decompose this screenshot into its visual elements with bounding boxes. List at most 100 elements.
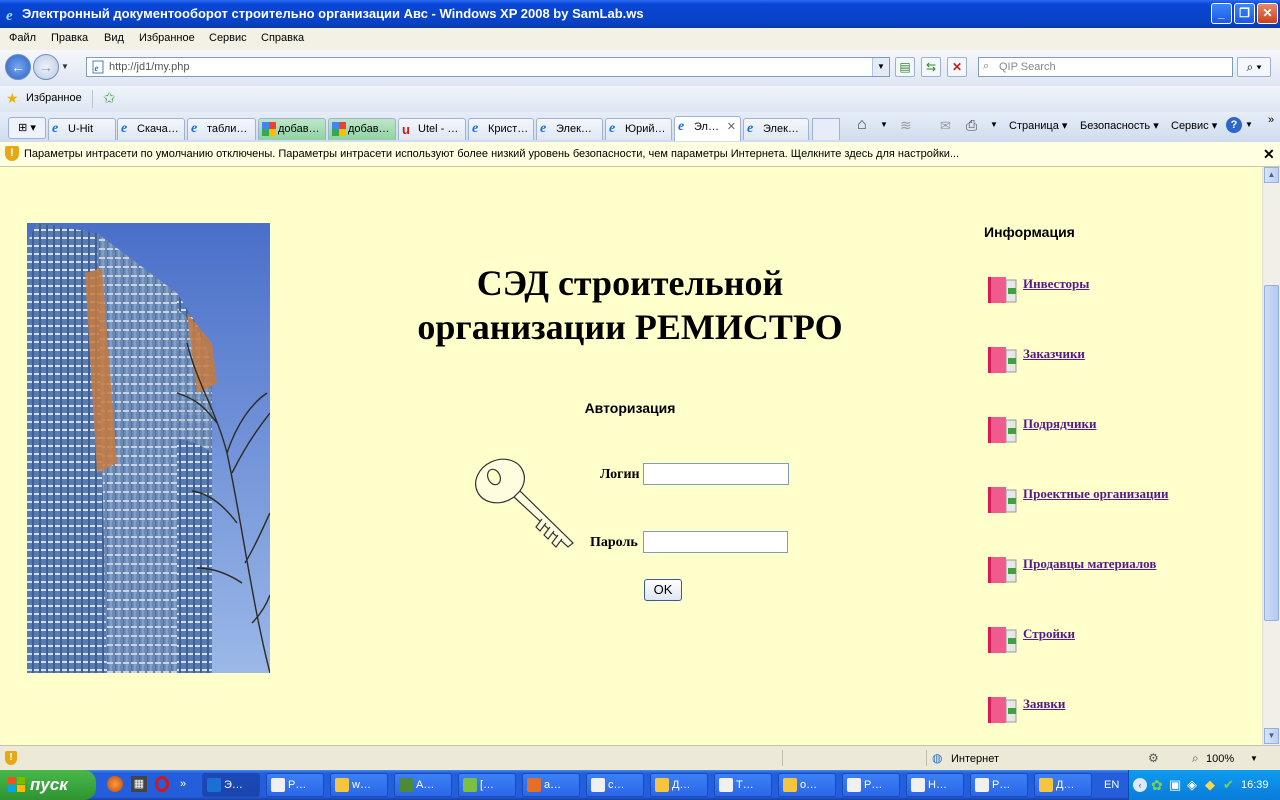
start-label: пуск bbox=[30, 775, 68, 794]
firefox-quicklaunch-icon[interactable] bbox=[107, 776, 123, 792]
home-icon[interactable]: ⌂ bbox=[857, 116, 867, 134]
tray-expand-icon[interactable]: ‹ bbox=[1133, 778, 1147, 792]
taskbar-button[interactable]: [… bbox=[458, 773, 516, 797]
nav-link[interactable]: Подрядчики bbox=[1023, 416, 1203, 432]
network-tray-icon[interactable]: ▣ bbox=[1169, 777, 1181, 793]
home-dropdown-icon[interactable]: ▼ bbox=[880, 120, 888, 129]
taskbar-app-icon bbox=[911, 778, 925, 792]
quicklaunch-more-icon[interactable]: » bbox=[180, 778, 186, 790]
recent-pages-dropdown-icon[interactable]: ▼ bbox=[61, 62, 69, 71]
taskbar-button[interactable]: Д… bbox=[650, 773, 708, 797]
ie-favicon-icon: e bbox=[52, 121, 59, 136]
browser-tab[interactable]: e Скача… bbox=[117, 118, 185, 140]
browser-tab[interactable]: e U-Hit bbox=[48, 118, 116, 140]
taskbar-button[interactable]: o… bbox=[778, 773, 836, 797]
scroll-thumb[interactable] bbox=[1264, 285, 1279, 621]
browser-tab[interactable]: e Крист… bbox=[468, 118, 534, 140]
nav-link[interactable]: Продавцы материалов bbox=[1023, 556, 1203, 572]
browser-tab[interactable]: e Юрий… bbox=[605, 118, 672, 140]
browser-tab[interactable]: e табли… bbox=[187, 118, 256, 140]
taskbar-button[interactable]: A… bbox=[394, 773, 452, 797]
app-quicklaunch-icon[interactable]: ▦ bbox=[131, 776, 147, 792]
taskbar-button[interactable]: w… bbox=[330, 773, 388, 797]
menu-tools[interactable]: Сервис bbox=[209, 32, 247, 44]
refresh-icon[interactable]: ⇆ bbox=[921, 57, 941, 77]
close-window-button[interactable]: ✕ bbox=[1257, 3, 1278, 24]
browser-tab[interactable]: e Элек… bbox=[536, 118, 603, 140]
nav-link[interactable]: Заказчики bbox=[1023, 346, 1203, 362]
ok-button[interactable]: OK bbox=[644, 579, 682, 601]
taskbar-button[interactable]: Р… bbox=[970, 773, 1028, 797]
taskbar-app-icon bbox=[1039, 778, 1053, 792]
menu-favorites[interactable]: Избранное bbox=[139, 32, 195, 44]
page-scrollbar[interactable]: ▲ ▼ bbox=[1262, 167, 1280, 745]
taskbar-button[interactable]: c… bbox=[586, 773, 644, 797]
tools-menu[interactable]: Сервис ▾ bbox=[1171, 119, 1217, 132]
menu-help[interactable]: Справка bbox=[261, 32, 304, 44]
favorites-button[interactable]: Избранное bbox=[26, 92, 82, 104]
login-input[interactable] bbox=[643, 463, 789, 485]
back-button[interactable]: ← bbox=[5, 54, 31, 80]
taskbar-button[interactable]: Р… bbox=[266, 773, 324, 797]
address-dropdown-icon[interactable]: ▼ bbox=[872, 58, 889, 76]
taskbar-button[interactable]: Т… bbox=[714, 773, 772, 797]
help-dropdown-icon[interactable]: ▼ bbox=[1245, 120, 1253, 129]
taskbar-button-label: Р… bbox=[992, 779, 1011, 791]
forward-button[interactable]: → bbox=[33, 54, 59, 80]
opera-quicklaunch-icon[interactable] bbox=[155, 776, 169, 792]
taskbar-button[interactable]: Д… bbox=[1034, 773, 1092, 797]
add-favorite-icon[interactable]: ✩ bbox=[103, 89, 116, 107]
security-zone[interactable]: Интернет bbox=[951, 753, 999, 765]
close-infobar-icon[interactable]: ✕ bbox=[1263, 146, 1275, 163]
quick-tabs-button[interactable]: ⊞ ▾ bbox=[8, 117, 46, 139]
print-dropdown-icon[interactable]: ▼ bbox=[990, 120, 998, 129]
nav-link[interactable]: Стройки bbox=[1023, 626, 1203, 642]
browser-tab[interactable]: добав… bbox=[258, 118, 326, 140]
menu-file[interactable]: Файл bbox=[9, 32, 36, 44]
volume-tray-icon[interactable]: ◈ bbox=[1187, 777, 1197, 793]
compatibility-view-icon[interactable]: ▤ bbox=[895, 57, 915, 77]
help-icon[interactable]: ? bbox=[1226, 117, 1242, 133]
zoom-icon[interactable]: ⌕ bbox=[1192, 751, 1199, 766]
window-titlebar[interactable]: e Электронный документооборот строительн… bbox=[0, 0, 1280, 28]
menu-view[interactable]: Вид bbox=[104, 32, 124, 44]
nav-link[interactable]: Заявки bbox=[1023, 696, 1203, 712]
antivirus-tray-icon[interactable]: ◆ bbox=[1205, 777, 1215, 793]
print-icon[interactable]: ⎙ bbox=[966, 117, 977, 134]
security-tray-icon[interactable]: ✔ bbox=[1223, 777, 1234, 793]
taskbar-button[interactable]: a… bbox=[522, 773, 580, 797]
taskbar-button[interactable]: Р… bbox=[842, 773, 900, 797]
close-tab-icon[interactable]: ✕ bbox=[727, 120, 736, 133]
stop-icon[interactable]: ✕ bbox=[947, 57, 967, 77]
browser-tab[interactable]: добав… bbox=[328, 118, 396, 140]
mail-icon[interactable]: ✉ bbox=[940, 118, 951, 134]
browser-tab[interactable]: u Utel - … bbox=[398, 118, 466, 140]
nav-link[interactable]: Проектные организации bbox=[1023, 486, 1203, 502]
taskbar-button[interactable]: Э… bbox=[202, 773, 260, 797]
maximize-button[interactable]: ❐ bbox=[1234, 3, 1255, 24]
zoom-level[interactable]: 100% bbox=[1206, 753, 1234, 765]
icq-tray-icon[interactable]: ✿ bbox=[1151, 777, 1163, 794]
menu-edit[interactable]: Правка bbox=[51, 32, 88, 44]
minimize-button[interactable]: _ bbox=[1211, 3, 1232, 24]
scroll-down-icon[interactable]: ▼ bbox=[1264, 728, 1279, 744]
start-button[interactable]: пуск bbox=[0, 770, 96, 800]
page-menu[interactable]: Страница ▾ bbox=[1009, 119, 1067, 132]
search-input[interactable]: ⌕ QIP Search bbox=[978, 57, 1233, 77]
protected-mode-icon[interactable]: ⚙ bbox=[1148, 751, 1159, 765]
more-commands-icon[interactable]: » bbox=[1268, 114, 1274, 126]
feeds-icon[interactable]: ≋ bbox=[900, 117, 912, 134]
scroll-up-icon[interactable]: ▲ bbox=[1264, 167, 1279, 183]
safety-menu[interactable]: Безопасность ▾ bbox=[1080, 119, 1159, 132]
password-input[interactable] bbox=[643, 531, 788, 553]
new-tab-button[interactable] bbox=[812, 118, 840, 140]
nav-link[interactable]: Инвесторы bbox=[1023, 276, 1203, 292]
information-bar[interactable]: ! Параметры интрасети по умолчанию отклю… bbox=[0, 142, 1280, 167]
taskbar-button[interactable]: Н… bbox=[906, 773, 964, 797]
browser-tab[interactable]: e Эл… ✕ bbox=[674, 116, 741, 141]
zoom-dropdown-icon[interactable]: ▼ bbox=[1250, 754, 1258, 763]
browser-tab[interactable]: e Элек… bbox=[743, 118, 809, 140]
address-bar[interactable]: e http://jd1/my.php ▼ bbox=[86, 57, 890, 77]
search-button[interactable]: ⌕ ▾ bbox=[1237, 57, 1271, 77]
language-indicator[interactable]: EN bbox=[1104, 779, 1119, 791]
